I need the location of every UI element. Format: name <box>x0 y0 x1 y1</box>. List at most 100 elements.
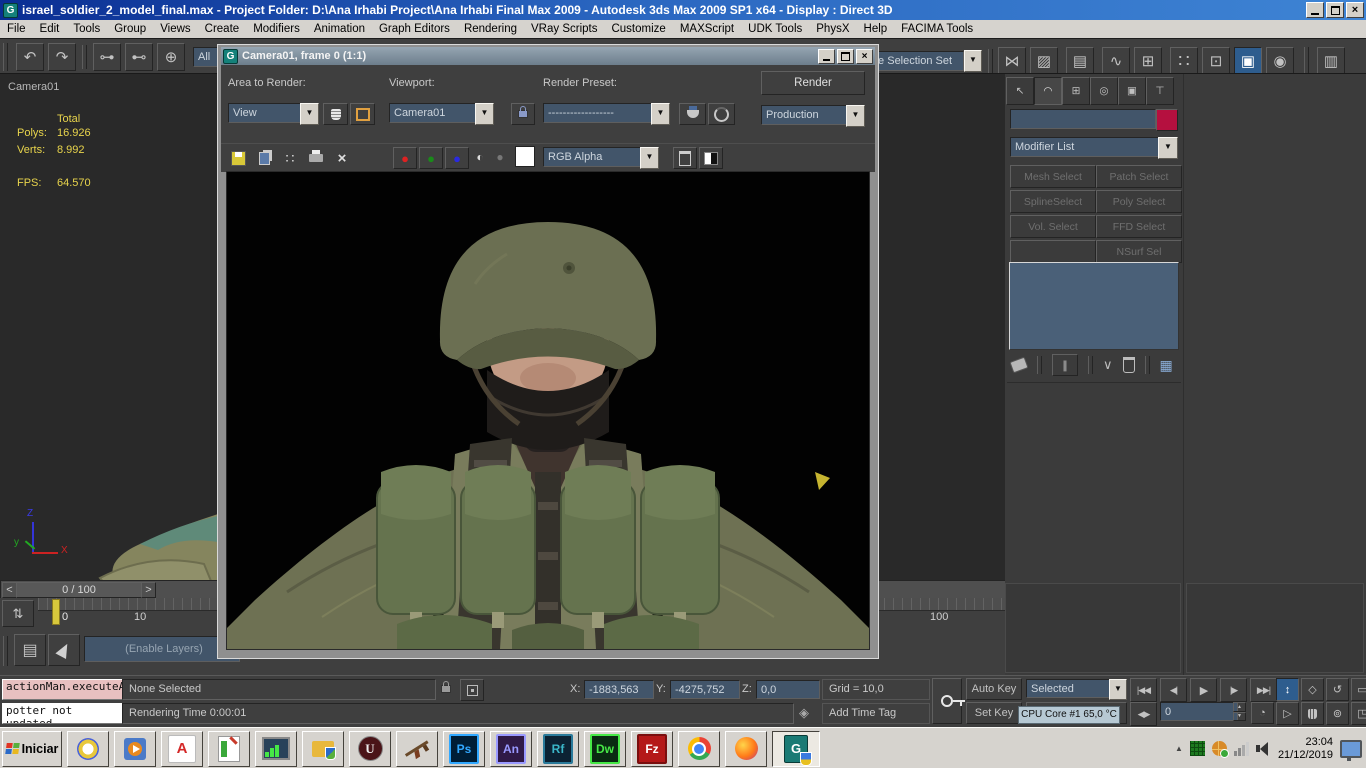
time-slider-right-button[interactable]: > <box>141 582 156 598</box>
material-editor-button[interactable]: ∷ <box>1170 47 1198 75</box>
z-coord-field[interactable]: 0,0 <box>756 680 820 699</box>
menu-facima-tools[interactable]: FACIMA Tools <box>894 23 980 35</box>
green-channel-button[interactable]: ● <box>419 147 443 169</box>
field-of-view-button[interactable]: ▭ <box>1351 678 1366 701</box>
clear-image-button[interactable]: × <box>332 148 352 168</box>
taskbar-app-editor[interactable] <box>208 731 250 767</box>
absolute-mode-toggle[interactable] <box>460 679 484 701</box>
undo-button[interactable]: ↶ <box>16 43 44 71</box>
key-filter-arrow[interactable]: ▼ <box>1109 679 1127 700</box>
time-configuration-button[interactable]: ◔ <box>1251 702 1274 724</box>
patch-select-button[interactable]: Patch Select <box>1096 165 1182 188</box>
render-minimize-button[interactable] <box>818 49 835 64</box>
taskbar-app-firefox[interactable] <box>725 731 767 767</box>
render-maximize-button[interactable] <box>837 49 854 64</box>
close-button[interactable]: × <box>1346 2 1364 18</box>
preset-dropdown-arrow[interactable]: ▼ <box>651 103 670 125</box>
object-color-swatch[interactable] <box>1156 109 1178 131</box>
curve-editor-button[interactable]: ∿ <box>1102 47 1130 75</box>
rendered-frame-window-button[interactable]: ▣ <box>1234 47 1262 75</box>
save-image-button[interactable] <box>228 148 248 168</box>
lock-viewport-button[interactable] <box>511 103 535 125</box>
maximize-viewport-toggle[interactable]: ◳ <box>1351 702 1366 725</box>
object-name-field[interactable] <box>1010 109 1156 129</box>
layer-view-button[interactable] <box>673 147 697 169</box>
set-key-button[interactable]: Set Key <box>966 702 1022 724</box>
go-to-end-button[interactable]: ▶▶| <box>1250 678 1277 702</box>
taskbar-app-system-monitor[interactable] <box>255 731 297 767</box>
mode-dropdown-arrow[interactable]: ▼ <box>846 105 865 127</box>
pan-view-button[interactable] <box>1301 702 1324 725</box>
auto-region-button[interactable] <box>350 103 375 125</box>
named-selection-set-dropdown[interactable]: te Selection Set <box>870 51 964 71</box>
environment-button[interactable] <box>708 103 735 125</box>
taskbar-app-photoshop[interactable]: Ps <box>443 731 485 767</box>
taskbar-app-dreamweaver[interactable]: Dw <box>584 731 626 767</box>
add-time-tag-field[interactable]: Add Time Tag <box>822 703 930 724</box>
fov-button[interactable]: ▷ <box>1276 702 1299 725</box>
maxscript-mini-listener-line2[interactable]: potter not updated, <box>2 703 123 724</box>
mirror-button[interactable]: ⋈ <box>998 47 1026 75</box>
antivirus-tray-icon[interactable] <box>1190 741 1205 756</box>
menu-create[interactable]: Create <box>198 23 247 35</box>
menu-file[interactable]: File <box>0 23 33 35</box>
schematic-view-button[interactable]: ⊞ <box>1134 47 1162 75</box>
next-frame-button[interactable]: |▶ <box>1220 678 1247 702</box>
select-arrow-button[interactable] <box>48 634 80 666</box>
viewport-dropdown[interactable]: Camera01 <box>389 103 479 123</box>
viewport-dropdown-arrow[interactable]: ▼ <box>475 103 494 125</box>
ffd-select-button[interactable]: FFD Select <box>1096 215 1182 238</box>
mini-curve-editor-button[interactable]: ⇅ <box>2 600 34 627</box>
render-window-titlebar[interactable]: G Camera01, frame 0 (1:1) × <box>221 47 875 65</box>
roll-camera-button[interactable]: ↺ <box>1326 678 1349 701</box>
edit-region-button[interactable] <box>323 103 348 125</box>
taskbar-app-animate[interactable]: An <box>490 731 532 767</box>
empty-select-button[interactable] <box>1010 240 1096 263</box>
tab-modify[interactable]: ◠ <box>1034 77 1062 105</box>
taskbar-app-codec[interactable] <box>67 731 109 767</box>
hidden-icons-chevron[interactable]: ▲ <box>1175 744 1183 753</box>
toolbar-grip[interactable] <box>3 636 8 666</box>
render-preset-dropdown[interactable]: ------------------ <box>543 103 655 123</box>
modifier-stack-list[interactable] <box>1009 262 1179 350</box>
redo-button[interactable]: ↷ <box>48 43 76 71</box>
go-to-start-button[interactable]: |◀◀ <box>1130 678 1157 702</box>
start-button[interactable]: Iniciar <box>2 731 62 767</box>
toolbar-grip[interactable] <box>3 43 8 71</box>
selection-set-arrow[interactable]: ▼ <box>964 50 982 72</box>
mesh-select-button[interactable]: Mesh Select <box>1010 165 1096 188</box>
taskbar-app-unreal[interactable]: U <box>349 731 391 767</box>
add-toolbar-button[interactable]: + <box>1359 48 1366 74</box>
taskbar-app-filezilla[interactable]: Fz <box>631 731 673 767</box>
pin-stack-icon[interactable] <box>1009 357 1028 374</box>
vol-select-button[interactable]: Vol. Select <box>1010 215 1096 238</box>
taskbar-app-rf[interactable]: Rf <box>537 731 579 767</box>
bind-to-space-warp-button[interactable]: ⊕ <box>157 43 185 71</box>
isolate-mode-icon[interactable]: ◈ <box>794 703 814 723</box>
blue-channel-button[interactable]: ● <box>445 147 469 169</box>
area-to-render-dropdown[interactable]: View <box>228 103 304 123</box>
taskbar-app-media-player[interactable] <box>114 731 156 767</box>
previous-frame-button[interactable]: ◀| <box>1160 678 1187 702</box>
red-channel-button[interactable]: ● <box>393 147 417 169</box>
menu-customize[interactable]: Customize <box>604 23 672 35</box>
quick-render-button[interactable]: ◉ <box>1266 47 1294 75</box>
rendered-frame-window[interactable]: G Camera01, frame 0 (1:1) × Area to Rend… <box>218 45 878 658</box>
align-button[interactable]: ▨ <box>1030 47 1058 75</box>
remove-modifier-icon[interactable] <box>1123 357 1135 373</box>
monochrome-button[interactable]: ◐ <box>471 147 489 167</box>
spline-select-button[interactable]: SplineSelect <box>1010 190 1096 213</box>
show-end-result-button[interactable]: ∥ <box>1052 354 1078 376</box>
clear-color-swatch[interactable] <box>515 146 535 167</box>
modifier-list-arrow[interactable]: ▼ <box>1158 137 1178 159</box>
print-image-button[interactable] <box>306 148 326 168</box>
viewport-camera-label[interactable]: Camera01 <box>8 81 59 93</box>
render-setup-teapot-button[interactable] <box>679 103 706 125</box>
tab-motion[interactable]: ◎ <box>1090 77 1118 105</box>
menu-maxscript[interactable]: MAXScript <box>673 23 741 35</box>
key-mode-toggle[interactable]: ◀▶ <box>1130 702 1157 726</box>
modifier-list-dropdown[interactable]: Modifier List <box>1010 137 1162 157</box>
minimize-button[interactable] <box>1306 2 1324 18</box>
key-filter-dropdown[interactable]: Selected <box>1026 679 1114 698</box>
menu-group[interactable]: Group <box>107 23 153 35</box>
